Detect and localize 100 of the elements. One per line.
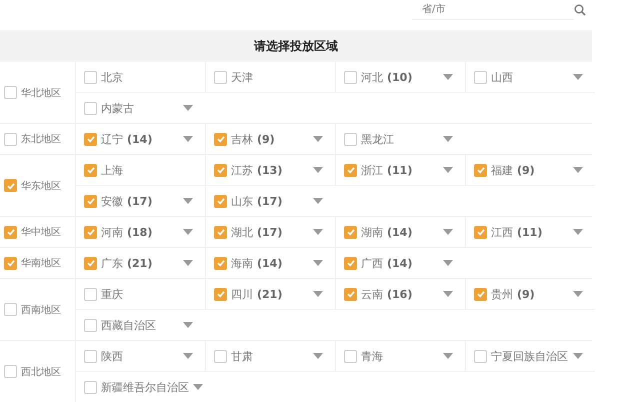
checkbox[interactable] <box>84 102 97 114</box>
caret-icon[interactable] <box>183 198 193 204</box>
checkbox[interactable] <box>214 194 227 208</box>
province-label: 河南 <box>101 224 123 240</box>
checkbox[interactable] <box>474 350 487 362</box>
caret-icon[interactable] <box>443 74 453 80</box>
checkbox[interactable] <box>4 365 17 378</box>
checkbox[interactable] <box>214 70 227 84</box>
count-label: (14) <box>257 256 282 270</box>
checkbox[interactable] <box>84 350 97 362</box>
count-label: (18) <box>127 226 152 238</box>
caret-icon[interactable] <box>313 229 323 235</box>
count-label: (21) <box>127 256 152 270</box>
check-icon <box>476 165 486 175</box>
checkbox[interactable] <box>84 288 97 300</box>
caret-icon[interactable] <box>313 198 323 204</box>
count-label: (13) <box>257 164 282 176</box>
checkbox[interactable] <box>474 288 487 300</box>
caret-icon[interactable] <box>183 105 193 111</box>
caret-icon[interactable] <box>573 229 583 235</box>
caret-icon[interactable] <box>573 74 583 80</box>
panel-title: 请选择投放区域 <box>254 38 338 54</box>
caret-icon[interactable] <box>443 167 453 173</box>
checkbox[interactable] <box>474 226 487 238</box>
checkbox[interactable] <box>84 226 97 238</box>
checkbox[interactable] <box>84 164 97 176</box>
checkbox[interactable] <box>84 380 97 394</box>
checkbox[interactable] <box>84 318 97 332</box>
caret-icon[interactable] <box>313 291 323 297</box>
count-label: (11) <box>517 226 542 238</box>
count-label: (9) <box>517 164 535 176</box>
count-label: (9) <box>517 288 535 300</box>
checkbox[interactable] <box>344 164 357 176</box>
check-icon <box>86 196 96 206</box>
checkbox[interactable] <box>4 303 17 316</box>
province-label: 西藏自治区 <box>101 318 156 332</box>
check-icon <box>346 258 356 268</box>
check-icon <box>216 289 226 299</box>
search-field[interactable]: 省/市 <box>412 0 574 20</box>
region-label: 华中地区 <box>21 226 61 239</box>
checkbox[interactable] <box>214 226 227 238</box>
caret-icon[interactable] <box>183 260 193 266</box>
province-label: 湖南 <box>361 224 383 240</box>
caret-icon[interactable] <box>193 384 203 390</box>
checkbox[interactable] <box>474 70 487 84</box>
checkbox[interactable] <box>214 350 227 362</box>
caret-icon[interactable] <box>443 229 453 235</box>
region-label: 华东地区 <box>21 180 61 192</box>
checkbox[interactable] <box>344 226 357 238</box>
province-label: 内蒙古 <box>101 100 134 116</box>
province-label: 广西 <box>361 256 383 270</box>
caret-icon[interactable] <box>573 167 583 173</box>
checkbox[interactable] <box>84 256 97 270</box>
caret-icon[interactable] <box>573 353 583 359</box>
caret-icon[interactable] <box>313 136 323 142</box>
checkbox[interactable] <box>4 256 17 270</box>
caret-icon[interactable] <box>573 291 583 297</box>
checkbox[interactable] <box>84 194 97 208</box>
region-label: 东北地区 <box>21 132 61 146</box>
count-label: (16) <box>387 288 412 300</box>
checkbox[interactable] <box>344 132 357 146</box>
count-label: (9) <box>257 132 275 146</box>
checkbox[interactable] <box>84 132 97 146</box>
search-icon[interactable] <box>574 4 586 16</box>
checkbox[interactable] <box>4 132 17 146</box>
caret-icon[interactable] <box>443 291 453 297</box>
caret-icon[interactable] <box>183 136 193 142</box>
checkbox[interactable] <box>214 132 227 146</box>
check-icon <box>346 165 356 175</box>
caret-icon[interactable] <box>443 136 453 142</box>
checkbox[interactable] <box>344 256 357 270</box>
province-label: 吉林 <box>231 132 253 146</box>
checkbox[interactable] <box>4 226 17 238</box>
caret-icon[interactable] <box>313 353 323 359</box>
province-label: 新疆维吾尔自治区 <box>101 380 189 394</box>
checkbox[interactable] <box>4 86 17 99</box>
province-label: 重庆 <box>101 286 123 302</box>
checkbox[interactable] <box>214 288 227 300</box>
checkbox[interactable] <box>344 70 357 84</box>
caret-icon[interactable] <box>443 353 453 359</box>
caret-icon[interactable] <box>183 353 193 359</box>
checkbox[interactable] <box>214 256 227 270</box>
checkbox[interactable] <box>4 179 17 192</box>
caret-icon[interactable] <box>183 229 193 235</box>
caret-icon[interactable] <box>313 167 323 173</box>
check-icon <box>6 180 16 190</box>
province-label: 青海 <box>361 348 383 364</box>
caret-icon[interactable] <box>183 322 193 328</box>
caret-icon[interactable] <box>443 260 453 266</box>
province-label: 甘肃 <box>231 348 253 364</box>
checkbox[interactable] <box>344 288 357 300</box>
check-icon <box>216 227 226 237</box>
caret-icon[interactable] <box>313 260 323 266</box>
province-label: 黑龙江 <box>361 132 394 146</box>
checkbox[interactable] <box>344 350 357 362</box>
checkbox[interactable] <box>214 164 227 176</box>
province-label: 北京 <box>101 70 123 84</box>
province-label: 浙江 <box>361 162 383 178</box>
checkbox[interactable] <box>84 70 97 84</box>
checkbox[interactable] <box>474 164 487 176</box>
